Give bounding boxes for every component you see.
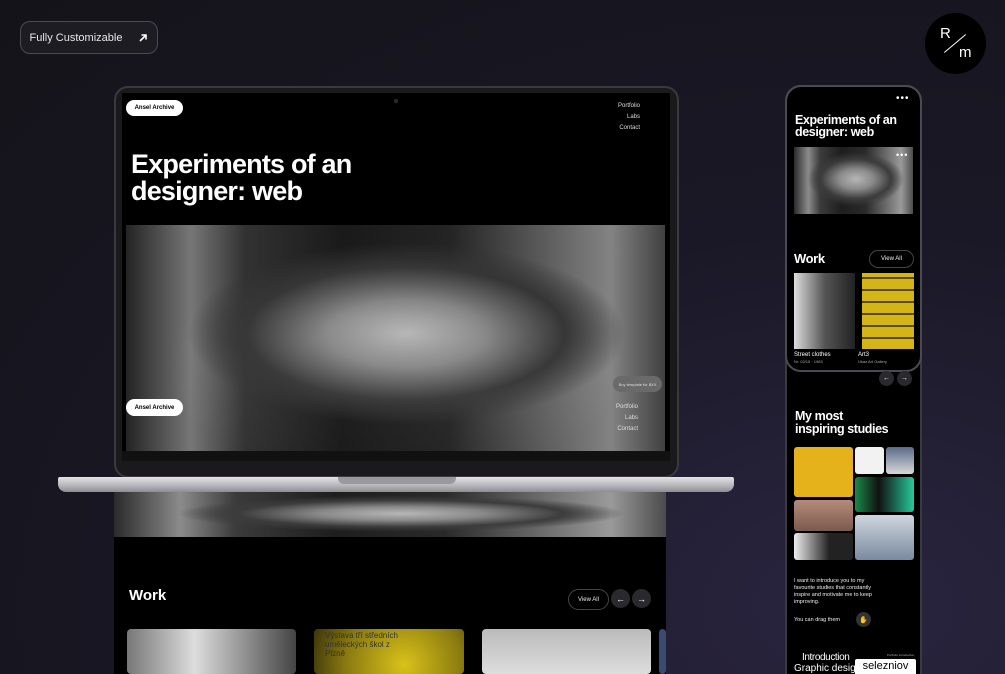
overlay-brand-pill[interactable]: Ansel Archive xyxy=(126,399,183,416)
phone-footer-sub: Graphic desig xyxy=(794,663,856,674)
phone-card-2-title: Art3 xyxy=(858,352,870,358)
drag-label: You can drag them xyxy=(794,617,840,623)
study-tile-7[interactable] xyxy=(855,515,914,560)
work-card-4[interactable] xyxy=(659,629,666,674)
study-tile-1[interactable] xyxy=(794,447,853,497)
phone-card-1-sub: Nr. 02/15 · 1983 xyxy=(794,359,823,364)
brand-pill[interactable]: Ansel Archive xyxy=(126,100,183,116)
rm-logo: R m xyxy=(925,13,986,74)
laptop-notch xyxy=(338,477,456,484)
study-tile-2[interactable] xyxy=(855,447,884,474)
intro-line-4: improving. xyxy=(794,599,820,605)
study-tile-3[interactable] xyxy=(886,447,914,474)
hero-title: Experiments of an designer: web xyxy=(131,149,352,206)
phone-next-arrow-icon[interactable]: → xyxy=(897,371,912,386)
phone-title-line-2: designer: web xyxy=(795,125,874,139)
phone-prev-arrow-icon[interactable]: ← xyxy=(879,371,894,386)
arrow-up-right-icon xyxy=(139,33,148,42)
work-card-3[interactable] xyxy=(482,629,651,674)
nav-portfolio[interactable]: Portfolio xyxy=(600,101,640,112)
logo-letter-m: m xyxy=(959,44,972,61)
nav-labs[interactable]: Labs xyxy=(600,112,640,123)
study-tile-4[interactable] xyxy=(855,477,914,512)
intro-line-3: inspire and motivate me to keep xyxy=(794,592,872,598)
work-card-1[interactable] xyxy=(127,629,296,674)
work-card-2-text: Výstava tří středních uměleckých škol z … xyxy=(325,631,398,658)
hero-title-line-1: Experiments of an xyxy=(131,149,352,179)
phone-card-art3[interactable] xyxy=(862,273,914,349)
overlay-nav: Portfolio Labs Contact xyxy=(598,402,638,435)
hero-title-line-2: designer: web xyxy=(131,176,303,206)
badge-label: Fully Customizable xyxy=(29,31,123,44)
next-arrow-icon[interactable]: → xyxy=(632,589,651,608)
screen-bottom-bezel xyxy=(122,451,670,461)
study-tile-5[interactable] xyxy=(794,500,853,531)
prev-arrow-icon[interactable]: ← xyxy=(611,589,630,608)
work-heading: Work xyxy=(129,587,167,604)
phone-footer-name: selezniov xyxy=(855,659,916,674)
continued-photo xyxy=(114,492,666,537)
phone-view-all-button[interactable]: View All xyxy=(869,250,914,268)
phone-intro-text: I want to introduce you to my favourite … xyxy=(794,578,872,606)
fully-customizable-button[interactable]: Fully Customizable xyxy=(20,21,158,54)
phone-menu-icon[interactable]: ••• xyxy=(896,93,910,104)
card-2-text-line-1: Výstava tří středních xyxy=(325,631,398,640)
intro-line-1: I want to introduce you to my xyxy=(794,578,865,584)
laptop-nav: Portfolio Labs Contact xyxy=(600,101,640,134)
phone-work-heading: Work xyxy=(794,251,825,266)
buy-template-button[interactable]: Buy template for $XX xyxy=(613,376,662,392)
phone-footer-title: Introduction xyxy=(802,652,850,663)
view-all-button[interactable]: View All xyxy=(568,589,609,610)
card-2-text-line-2: uměleckých škol z xyxy=(325,640,390,649)
phone-footer-small: Portfolio introduction xyxy=(887,653,915,657)
drag-hand-icon[interactable]: ✋ xyxy=(856,612,871,627)
phone-card-2-sub: Ukaz Art Gallery xyxy=(858,359,887,364)
phone-studies-heading: My most inspiring studies xyxy=(795,410,889,436)
study-tile-6[interactable] xyxy=(794,533,853,560)
overlay-nav-portfolio[interactable]: Portfolio xyxy=(598,402,638,413)
overlay-nav-labs[interactable]: Labs xyxy=(598,413,638,424)
logo-letter-r: R xyxy=(940,25,951,42)
overlay-nav-contact[interactable]: Contact xyxy=(598,424,638,435)
nav-contact[interactable]: Contact xyxy=(600,123,640,134)
card-2-text-line-3: Plzně xyxy=(325,649,346,658)
phone-card-1-title: Street clothes xyxy=(794,352,831,358)
hero-photo-shade xyxy=(126,225,665,451)
phone-photo-menu-icon[interactable]: ••• xyxy=(896,150,908,160)
studies-heading-line-2: inspiring studies xyxy=(795,422,889,436)
intro-line-2: favourite studies that constantly xyxy=(794,585,872,591)
phone-title: Experiments of an designer: web xyxy=(795,114,897,139)
phone-card-street-clothes[interactable] xyxy=(794,273,855,349)
footer-label: Introduction xyxy=(802,652,850,663)
laptop-camera xyxy=(394,99,398,103)
